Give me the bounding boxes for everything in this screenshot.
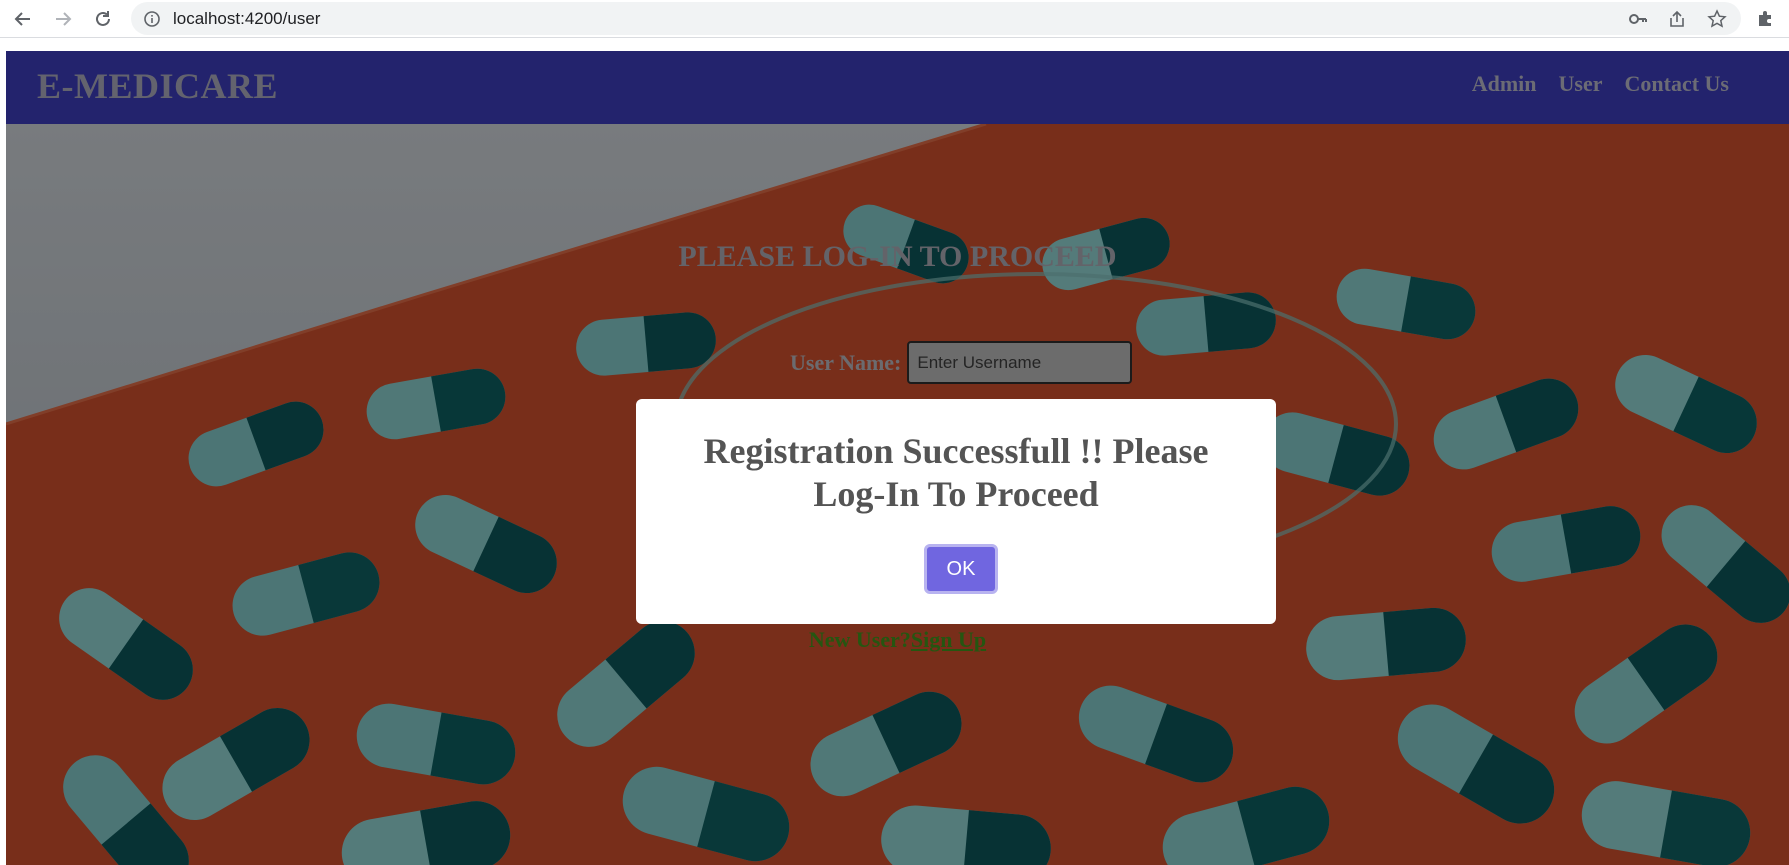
page-viewport: E-MEDICARE Admin User Contact Us PLEASE … <box>6 51 1789 865</box>
info-icon[interactable] <box>141 8 163 30</box>
ok-button[interactable]: OK <box>924 544 998 594</box>
address-url: localhost:4200/user <box>173 9 321 28</box>
back-arrow-icon[interactable] <box>10 6 36 32</box>
forward-arrow-icon[interactable] <box>50 6 76 32</box>
address-bar[interactable]: localhost:4200/user <box>131 2 1741 35</box>
key-icon[interactable] <box>1627 8 1649 30</box>
reload-icon[interactable] <box>90 6 116 32</box>
star-icon[interactable] <box>1706 8 1728 30</box>
success-dialog: Registration Successfull !! Please Log-I… <box>636 399 1276 624</box>
puzzle-extension-icon[interactable] <box>1754 6 1778 30</box>
browser-toolbar: localhost:4200/user <box>0 0 1789 38</box>
dialog-message: Registration Successfull !! Please Log-I… <box>703 431 1209 514</box>
share-icon[interactable] <box>1666 8 1688 30</box>
